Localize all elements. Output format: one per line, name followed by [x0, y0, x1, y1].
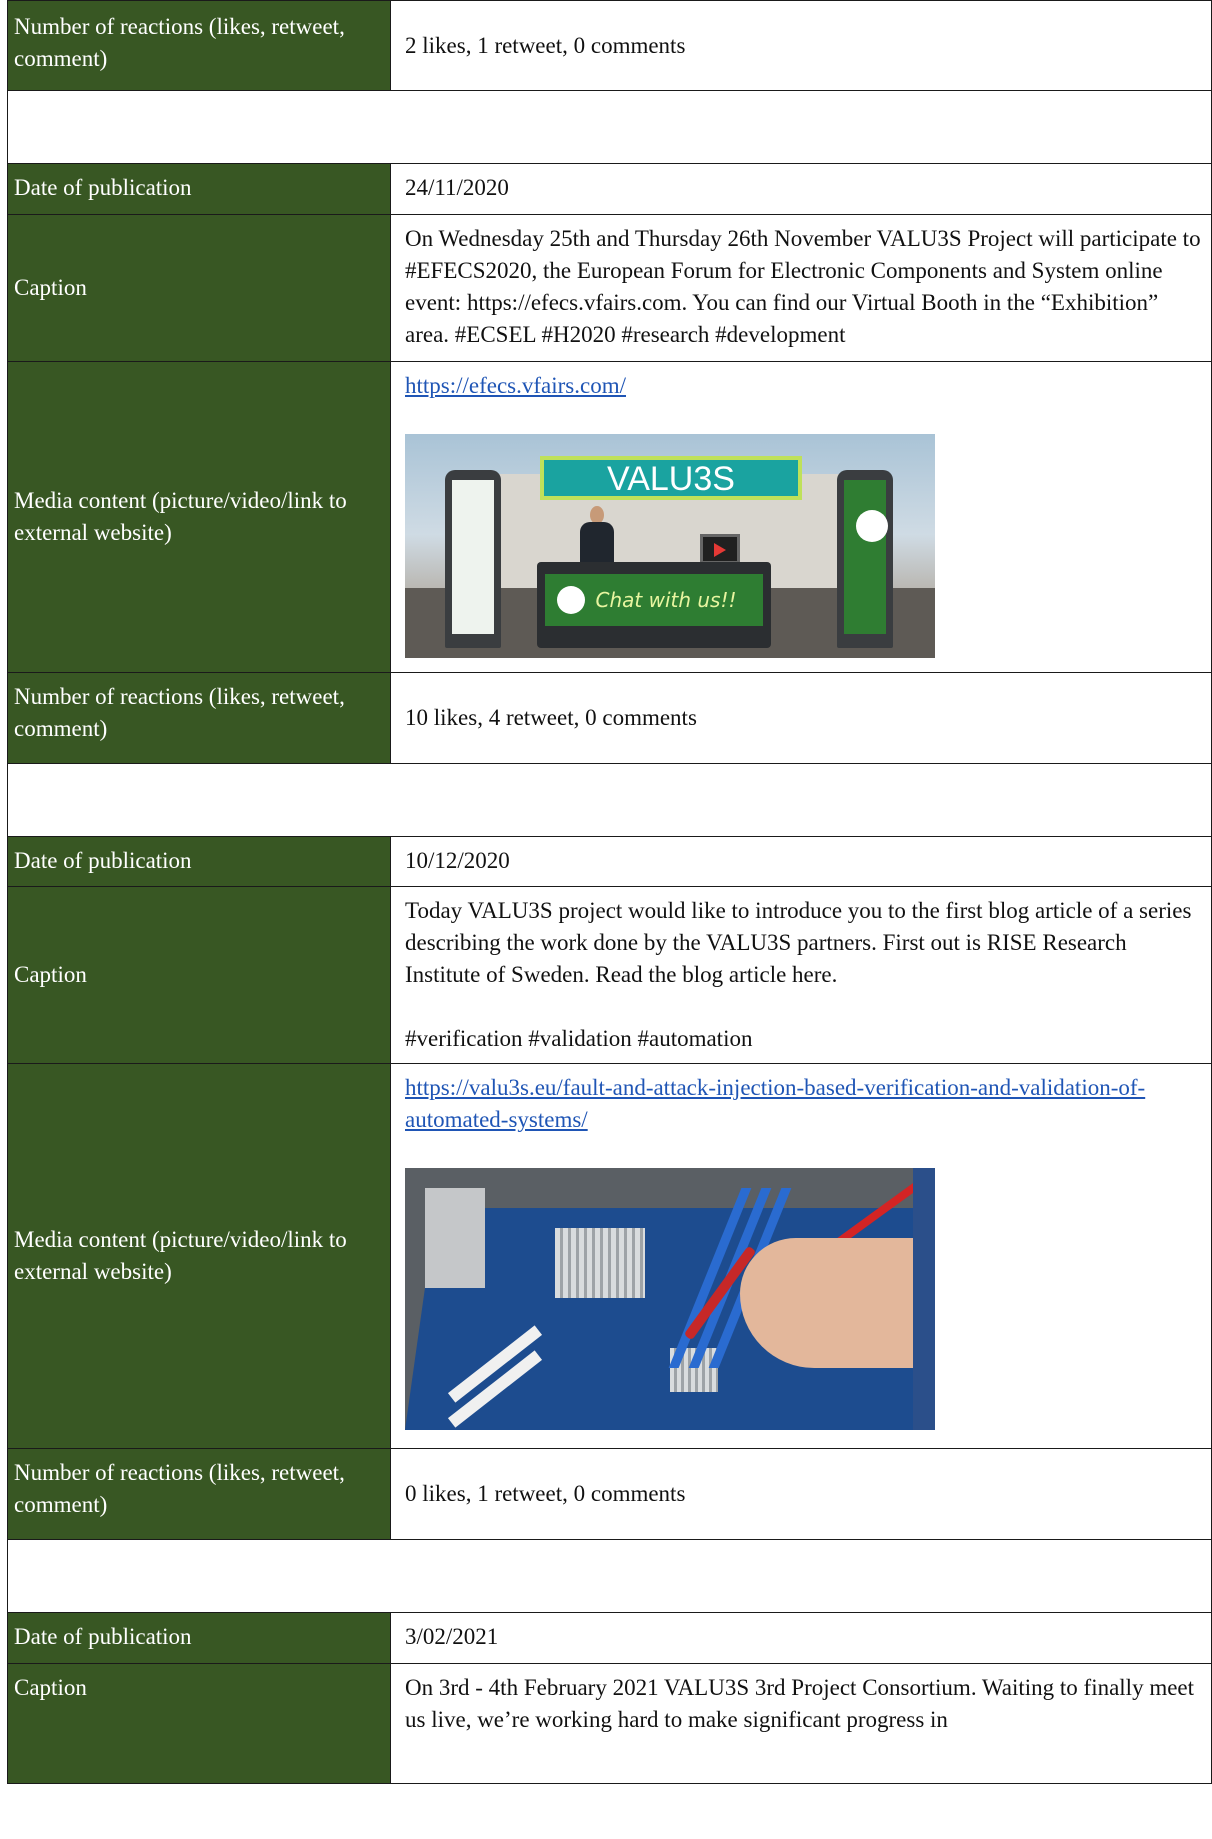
date-value: 3/02/2021 — [390, 1612, 1212, 1664]
date-label: Date of publication — [7, 1612, 391, 1664]
date-value: 24/11/2020 — [390, 163, 1212, 215]
reactions-row: Number of reactions (likes, retweet, com… — [7, 1448, 1212, 1540]
reactions-row: Number of reactions (likes, retweet, com… — [7, 0, 1212, 91]
video-screen-icon — [700, 534, 740, 564]
play-icon — [714, 543, 726, 557]
caption-label: Caption — [7, 214, 391, 362]
booth-left-poster — [445, 470, 501, 648]
media-value: https://efecs.vfairs.com/ VALU3S Chat wi… — [390, 361, 1212, 673]
caption-row: Caption On Wednesday 25th and Thursday 2… — [7, 214, 1212, 362]
caption-label: Caption — [7, 886, 391, 1064]
date-row: Date of publication 3/02/2021 — [7, 1612, 1212, 1664]
date-value: 10/12/2020 — [390, 836, 1212, 887]
shelf — [913, 1168, 935, 1430]
valu3s-desk-logo-icon — [557, 586, 585, 614]
row-spacer — [7, 90, 1212, 164]
hand — [740, 1238, 935, 1368]
heatsink — [555, 1228, 645, 1298]
date-row: Date of publication 24/11/2020 — [7, 163, 1212, 215]
media-label: Media content (picture/video/link to ext… — [7, 1063, 391, 1449]
date-label: Date of publication — [7, 836, 391, 887]
io-ports — [425, 1188, 485, 1288]
row-spacer — [7, 1539, 1212, 1613]
booth-right-poster — [837, 470, 893, 648]
caption-value: On 3rd - 4th February 2021 VALU3S 3rd Pr… — [390, 1663, 1212, 1784]
row-spacer — [7, 763, 1212, 837]
reactions-row: Number of reactions (likes, retweet, com… — [7, 672, 1212, 764]
reactions-value: 10 likes, 4 retweet, 0 comments — [390, 672, 1212, 764]
media-label: Media content (picture/video/link to ext… — [7, 361, 391, 673]
booth-sign: VALU3S — [540, 456, 802, 500]
booth-host-figure — [580, 506, 614, 570]
efecs-link[interactable]: https://efecs.vfairs.com/ — [405, 373, 626, 398]
reactions-label: Number of reactions (likes, retweet, com… — [7, 0, 391, 91]
caption-value: On Wednesday 25th and Thursday 26th Nove… — [390, 214, 1212, 362]
media-row: Media content (picture/video/link to ext… — [7, 361, 1212, 673]
social-media-report-table: Number of reactions (likes, retweet, com… — [7, 0, 1212, 1784]
reactions-value: 2 likes, 1 retweet, 0 comments — [390, 0, 1212, 91]
caption-row: Caption On 3rd - 4th February 2021 VALU3… — [7, 1663, 1212, 1784]
booth-sign-text: VALU3S — [607, 460, 735, 498]
reactions-label: Number of reactions (likes, retweet, com… — [7, 672, 391, 764]
caption-paragraph: Today VALU3S project would like to intro… — [405, 898, 1192, 987]
caption-hashtags: #verification #validation #automation — [405, 1026, 753, 1051]
caption-row: Caption Today VALU3S project would like … — [7, 886, 1212, 1064]
media-row: Media content (picture/video/link to ext… — [7, 1063, 1212, 1449]
reactions-label: Number of reactions (likes, retweet, com… — [7, 1448, 391, 1540]
booth-desk: Chat with us!! — [537, 562, 771, 648]
date-label: Date of publication — [7, 163, 391, 215]
chat-with-us-text: Chat with us!! — [595, 588, 737, 612]
caption-value: Today VALU3S project would like to intro… — [390, 886, 1212, 1064]
media-value: https://valu3s.eu/fault-and-attack-injec… — [390, 1063, 1212, 1449]
motherboard-image — [405, 1168, 935, 1430]
reactions-value: 0 likes, 1 retweet, 0 comments — [390, 1448, 1212, 1540]
caption-label: Caption — [7, 1663, 391, 1784]
blog-article-link[interactable]: https://valu3s.eu/fault-and-attack-injec… — [405, 1075, 1145, 1132]
date-row: Date of publication 10/12/2020 — [7, 836, 1212, 887]
valu3s-logo-icon — [856, 510, 888, 542]
virtual-booth-image: VALU3S Chat with us!! — [405, 434, 935, 658]
